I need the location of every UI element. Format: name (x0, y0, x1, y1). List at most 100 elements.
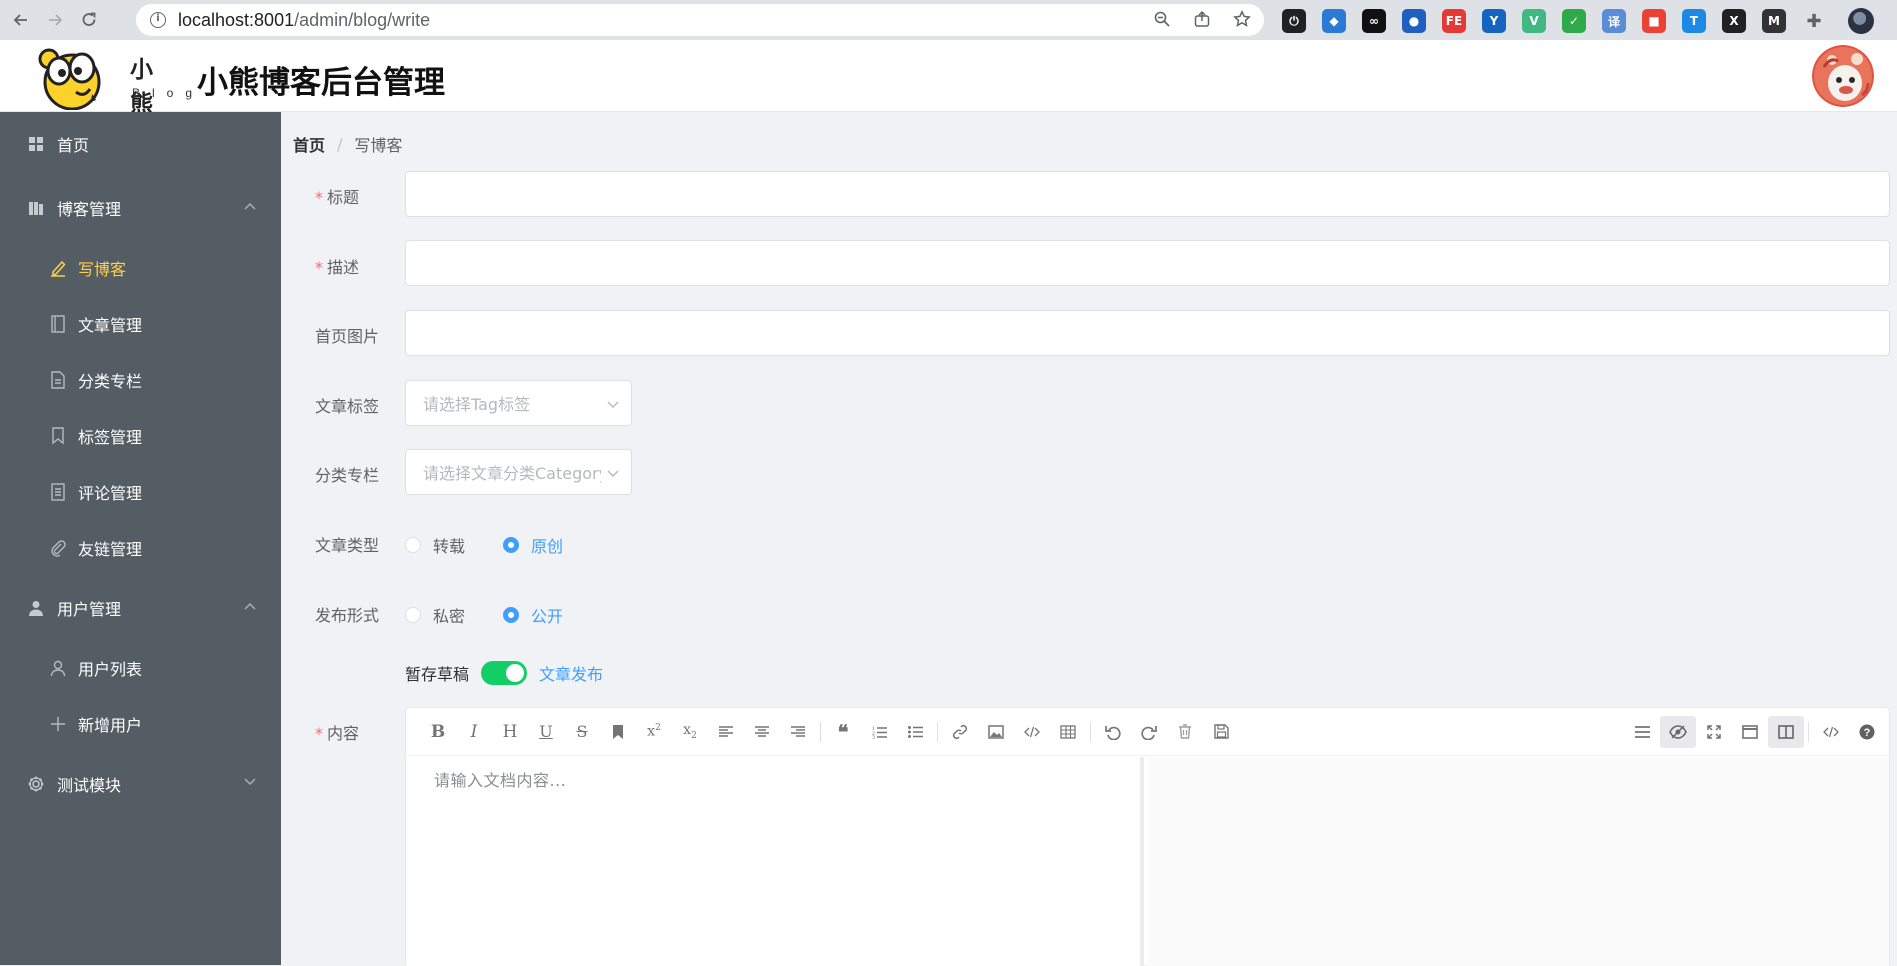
muse-extension-icon[interactable]: M (1762, 9, 1786, 33)
colorful-extension-icon[interactable]: ■ (1642, 9, 1666, 33)
chevron-down-icon (607, 464, 619, 477)
description-input[interactable] (405, 240, 1890, 286)
share-icon[interactable] (1192, 9, 1212, 29)
editor-textarea[interactable]: 请输入文档内容... (406, 757, 1144, 966)
toolbar-divider (820, 721, 821, 742)
sidebar-item-tags[interactable]: 标签管理 (0, 408, 281, 464)
cover-image-input[interactable] (405, 310, 1890, 356)
chevron-up-icon (244, 599, 256, 613)
sidebar-item-comments[interactable]: 评论管理 (0, 464, 281, 520)
publish-switch-row: 暂存草稿 文章发布 (405, 661, 603, 685)
header-icon[interactable]: H (492, 716, 528, 748)
sidebar-item-label: 新增用户 (78, 716, 143, 735)
image-icon[interactable] (978, 716, 1014, 748)
sidebar-item-write-blog[interactable]: 写博客 (0, 240, 281, 296)
sidebar-item-label: 友链管理 (78, 540, 143, 559)
address-bar[interactable]: i localhost:8001/admin/blog/write (136, 4, 1264, 36)
radio-circle[interactable] (503, 537, 520, 553)
vue-devtools-icon[interactable]: V (1522, 9, 1546, 33)
zoom-icon[interactable] (1152, 9, 1172, 29)
translate-extension-icon[interactable]: 译 (1602, 9, 1626, 33)
user-avatar[interactable] (1812, 45, 1874, 107)
t-extension-icon[interactable]: T (1682, 9, 1706, 33)
tag-select[interactable]: 请选择Tag标签 (405, 380, 632, 426)
sidebar-item-home[interactable]: 首页 (0, 112, 281, 176)
y-extension-icon[interactable]: Y (1482, 9, 1506, 33)
subscript-icon[interactable]: x2 (672, 716, 708, 748)
breadcrumb-home[interactable]: 首页 (293, 132, 325, 156)
fullscreen-icon[interactable] (1696, 716, 1732, 748)
content-label: * 内容 (315, 720, 359, 744)
sidebar-item-links[interactable]: 友链管理 (0, 520, 281, 576)
x-extension-icon[interactable]: X (1722, 9, 1746, 33)
radio-label: 公开 (531, 607, 564, 626)
subfield-icon[interactable] (1768, 716, 1804, 748)
align-right-icon[interactable] (780, 716, 816, 748)
infinity-extension-icon[interactable]: ∞ (1362, 9, 1386, 33)
rocket-extension-icon[interactable]: ● (1402, 9, 1426, 33)
shield-check-extension-icon[interactable]: ✓ (1562, 9, 1586, 33)
ordered-list-icon[interactable]: 123 (861, 716, 897, 748)
publish-switch[interactable] (481, 661, 528, 685)
sidebar-item-categories[interactable]: 分类专栏 (0, 352, 281, 408)
site-info-icon[interactable]: i (150, 12, 166, 28)
radio-private[interactable]: 私密 (405, 603, 465, 627)
sidebar-item-add-user[interactable]: 新增用户 (0, 696, 281, 752)
strikethrough-icon[interactable]: S (564, 716, 600, 748)
code-icon[interactable] (1014, 716, 1050, 748)
radio-circle[interactable] (503, 607, 520, 623)
logo-subtext: Blog (132, 86, 205, 100)
align-center-icon[interactable] (744, 716, 780, 748)
link-icon[interactable] (942, 716, 978, 748)
sidebar-group-test[interactable]: 测试模块 (0, 752, 281, 816)
bold-icon[interactable]: B (420, 716, 456, 748)
radio-public[interactable]: 公开 (503, 603, 563, 627)
radio-repost[interactable]: 转载 (405, 533, 465, 557)
avatar-image-icon (1812, 45, 1874, 107)
radio-circle[interactable] (405, 537, 421, 553)
radio-original[interactable]: 原创 (503, 533, 563, 557)
sidebar-item-user-list[interactable]: 用户列表 (0, 640, 281, 696)
reload-button[interactable] (76, 7, 102, 33)
quote-icon[interactable]: ❝ (825, 716, 861, 748)
publish-mode-label: 发布形式 (315, 606, 380, 625)
power-extension-icon[interactable]: ⏻ (1282, 9, 1306, 33)
url-text[interactable]: localhost:8001/admin/blog/write (178, 10, 430, 31)
category-select[interactable]: 请选择文章分类Category (405, 449, 632, 495)
sidebar-item-articles[interactable]: 文章管理 (0, 296, 281, 352)
redo-icon[interactable] (1131, 716, 1167, 748)
notebook-icon (50, 315, 66, 333)
superscript-icon[interactable]: x2 (636, 716, 672, 748)
sidebar-group-users[interactable]: 用户管理 (0, 576, 281, 640)
read-mode-icon[interactable] (1732, 716, 1768, 748)
sidebar-item-label: 评论管理 (78, 484, 143, 503)
undo-icon[interactable] (1095, 716, 1131, 748)
preview-toggle-icon[interactable] (1660, 716, 1696, 748)
fe-extension-icon[interactable]: FE (1442, 9, 1466, 33)
extensions-puzzle-icon[interactable]: ✚ (1802, 9, 1826, 33)
align-left-icon[interactable] (708, 716, 744, 748)
bookmark-star-icon[interactable] (1232, 9, 1252, 29)
html-code-icon[interactable] (1813, 716, 1849, 748)
cover-image-label: 首页图片 (315, 327, 380, 346)
forward-button[interactable] (42, 7, 68, 33)
navigation-icon[interactable] (1624, 716, 1660, 748)
radio-circle[interactable] (405, 607, 421, 623)
browser-profile-avatar[interactable] (1848, 8, 1874, 34)
content-label-text: 内容 (327, 724, 360, 743)
table-icon[interactable] (1050, 716, 1086, 748)
italic-icon[interactable]: I (456, 716, 492, 748)
logo[interactable]: 小熊 Blog (32, 46, 192, 117)
save-icon[interactable] (1203, 716, 1239, 748)
help-icon[interactable]: ? (1849, 716, 1885, 748)
description-label: * 描述 (315, 254, 359, 278)
back-button[interactable] (8, 7, 34, 33)
trash-icon[interactable] (1167, 716, 1203, 748)
shield-extension-icon[interactable]: ◆ (1322, 9, 1346, 33)
mark-icon[interactable] (600, 716, 636, 748)
title-input[interactable] (405, 171, 1890, 217)
description-label-text: 描述 (327, 258, 360, 277)
sidebar-group-blog[interactable]: 博客管理 (0, 176, 281, 240)
unordered-list-icon[interactable] (897, 716, 933, 748)
underline-icon[interactable]: U (528, 716, 564, 748)
